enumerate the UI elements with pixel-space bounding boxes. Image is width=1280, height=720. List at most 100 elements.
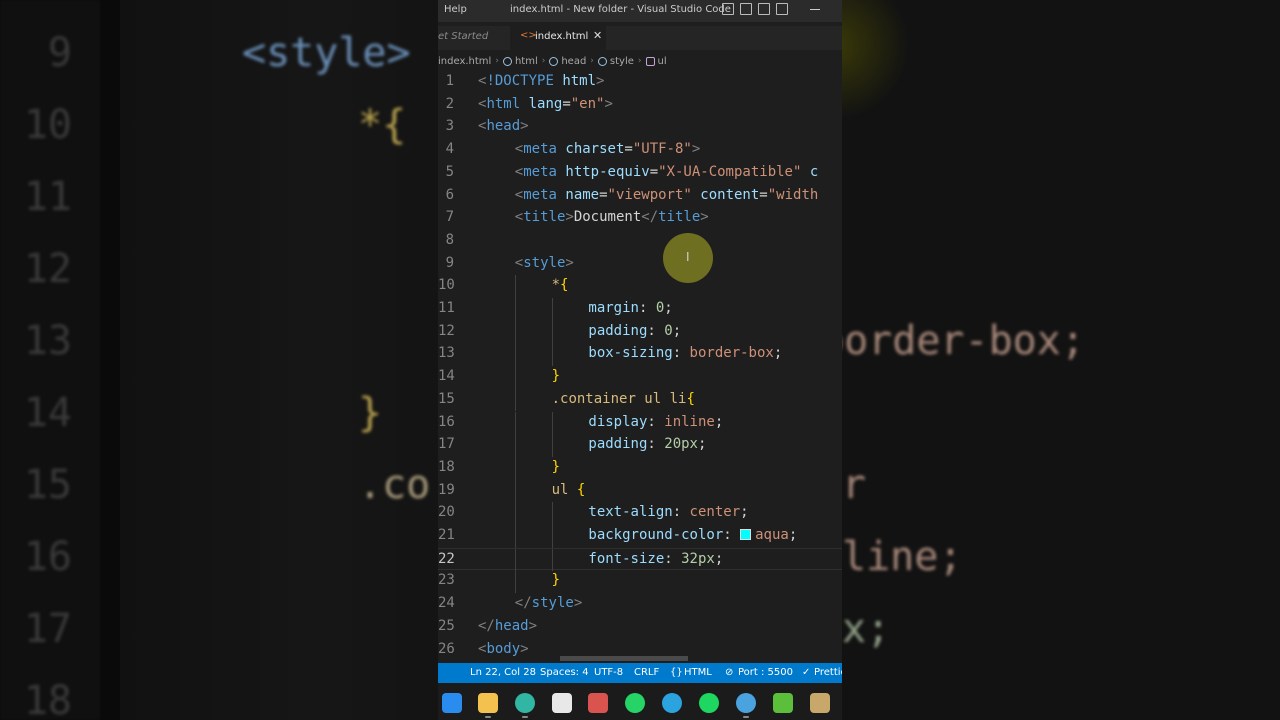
toggle-panel-icon[interactable] — [740, 3, 752, 15]
customize-layout-icon[interactable] — [776, 3, 788, 15]
code-text: } — [552, 459, 560, 475]
code-token: meta — [523, 163, 557, 180]
chrome-icon[interactable] — [736, 693, 756, 713]
indent-guide — [551, 502, 553, 525]
code-token: http-equiv — [565, 163, 650, 180]
code-line[interactable]: 21 background-color: aqua; — [438, 525, 842, 548]
edge-browser-icon[interactable] — [515, 693, 535, 713]
indent-guide — [514, 388, 516, 412]
code-line[interactable]: 14} — [438, 366, 842, 389]
code-line[interactable]: 22 font-size: 32px; — [438, 547, 842, 572]
breadcrumb-item-file[interactable]: index.html — [438, 56, 491, 67]
status-live-server-port[interactable]: Port : 5500 — [738, 667, 793, 678]
code-token: 0 — [655, 300, 665, 316]
windows-start-icon[interactable] — [442, 693, 462, 713]
breadcrumb-item-head[interactable]: head — [561, 56, 586, 67]
notepad-plus-icon[interactable] — [773, 693, 793, 713]
indent-guide — [514, 343, 516, 367]
code-line[interactable]: 23} — [438, 570, 842, 594]
code-line[interactable]: 7 <title>Document</title> — [438, 207, 842, 230]
status-cursor-position[interactable]: Ln 22, Col 28 — [470, 667, 536, 678]
code-line[interactable]: 20 text-align: center; — [438, 502, 842, 525]
code-line[interactable]: 6 <meta name="viewport" content="width — [438, 185, 842, 208]
status-prettier[interactable]: Prettie — [814, 667, 842, 678]
store-icon[interactable] — [552, 693, 572, 713]
code-line[interactable]: 3 <head> — [438, 116, 842, 139]
code-token: : — [647, 436, 665, 453]
indent-guide — [514, 456, 516, 480]
tab-get-started[interactable]: et Started — [438, 26, 488, 50]
status-encoding[interactable]: UTF-8 — [594, 667, 623, 678]
tab-index-html[interactable]: <> index.html ✕ — [510, 26, 606, 50]
code-line[interactable]: 8 — [438, 230, 842, 253]
code-line[interactable]: 5 <meta http-equiv="X-UA-Compatible" c — [438, 162, 842, 185]
breadcrumb-item-style[interactable]: style — [610, 56, 634, 67]
code-token: } — [551, 458, 561, 475]
code-token: background-color — [588, 527, 724, 543]
code-token: = — [599, 186, 608, 203]
code-token: center — [689, 504, 741, 521]
indent-guide — [551, 434, 553, 457]
line-number: 17 — [438, 436, 455, 453]
code-line[interactable]: 24 </style> — [438, 593, 842, 616]
code-token: text-align — [588, 504, 673, 521]
close-tab-icon[interactable]: ✕ — [593, 29, 602, 42]
code-token: { — [560, 277, 569, 294]
file-explorer-icon[interactable] — [478, 693, 498, 713]
code-line[interactable]: 18} — [438, 456, 842, 480]
code-token: style — [523, 254, 566, 271]
indent-guide — [514, 366, 516, 389]
code-line[interactable]: 4 <meta charset="UTF-8"> — [438, 139, 842, 162]
code-line[interactable]: 1 <!DOCTYPE html> — [438, 71, 842, 94]
code-line[interactable]: 16 display: inline; — [438, 411, 842, 435]
code-line[interactable]: 12 padding: 0; — [438, 320, 842, 344]
code-token: meta — [523, 186, 557, 203]
code-token: 32px — [681, 550, 715, 567]
line-number: 1 — [445, 73, 454, 89]
code-text: font-size: 32px; — [588, 551, 723, 567]
chevron-right-icon: › — [637, 56, 642, 66]
line-number: 19 — [438, 481, 455, 498]
line-number: 8 — [445, 231, 454, 248]
code-line[interactable]: 9 <style> — [438, 253, 842, 276]
code-text: *{ — [552, 277, 569, 293]
telegram-icon[interactable] — [662, 693, 682, 713]
code-editor[interactable]: 1 <!DOCTYPE html> 2 <html lang="en"> 3 <head>… — [438, 71, 842, 663]
code-line[interactable]: 13 box-sizing: border-box; — [438, 343, 842, 367]
code-line[interactable]: 25 </head> — [438, 616, 842, 639]
code-token: padding — [588, 322, 648, 339]
color-swatch[interactable] — [740, 529, 752, 540]
toggle-secondary-sidebar-icon[interactable] — [758, 3, 770, 15]
code-line[interactable]: 2 <html lang="en"> — [438, 94, 842, 117]
whatsapp-icon[interactable] — [625, 693, 645, 713]
code-token: > — [565, 254, 574, 271]
code-token: style — [531, 595, 574, 612]
status-indentation[interactable]: Spaces: 4 — [540, 667, 589, 678]
minimize-icon[interactable] — [810, 9, 820, 10]
code-line[interactable]: 10 *{ — [438, 275, 842, 298]
breadcrumb-item-ul[interactable]: ul — [658, 56, 667, 67]
horizontal-scrollbar[interactable] — [560, 656, 688, 661]
spotify-icon[interactable] — [699, 693, 719, 713]
tab-label: index.html — [535, 31, 589, 42]
code-line[interactable]: 15 .container ul li{ — [438, 388, 842, 412]
code-token: > — [700, 209, 709, 226]
code-line[interactable]: 17 padding: 20px; — [438, 434, 842, 457]
code-line[interactable]: 19 ul { — [438, 479, 842, 503]
status-language[interactable]: HTML — [684, 667, 712, 678]
misc-app-icon[interactable] — [810, 693, 830, 713]
code-text: ul { — [552, 482, 586, 498]
indent-guide — [514, 411, 516, 435]
code-text: <meta http-equiv="X-UA-Compatible" c — [515, 164, 819, 180]
chevron-right-icon: › — [541, 56, 546, 66]
code-line[interactable]: 11 margin: 0; — [438, 298, 842, 321]
code-token: ul — [551, 481, 569, 498]
line-number: 12 — [438, 322, 455, 339]
line-number: 3 — [445, 118, 454, 135]
editor-app-icon[interactable] — [588, 693, 608, 713]
breadcrumb-item-html[interactable]: html — [515, 56, 538, 67]
status-eol[interactable]: CRLF — [634, 667, 659, 678]
toggle-primary-sidebar-icon[interactable] — [722, 3, 734, 15]
menu-help[interactable]: Help — [444, 4, 467, 15]
backdrop-code: x; — [842, 606, 891, 652]
